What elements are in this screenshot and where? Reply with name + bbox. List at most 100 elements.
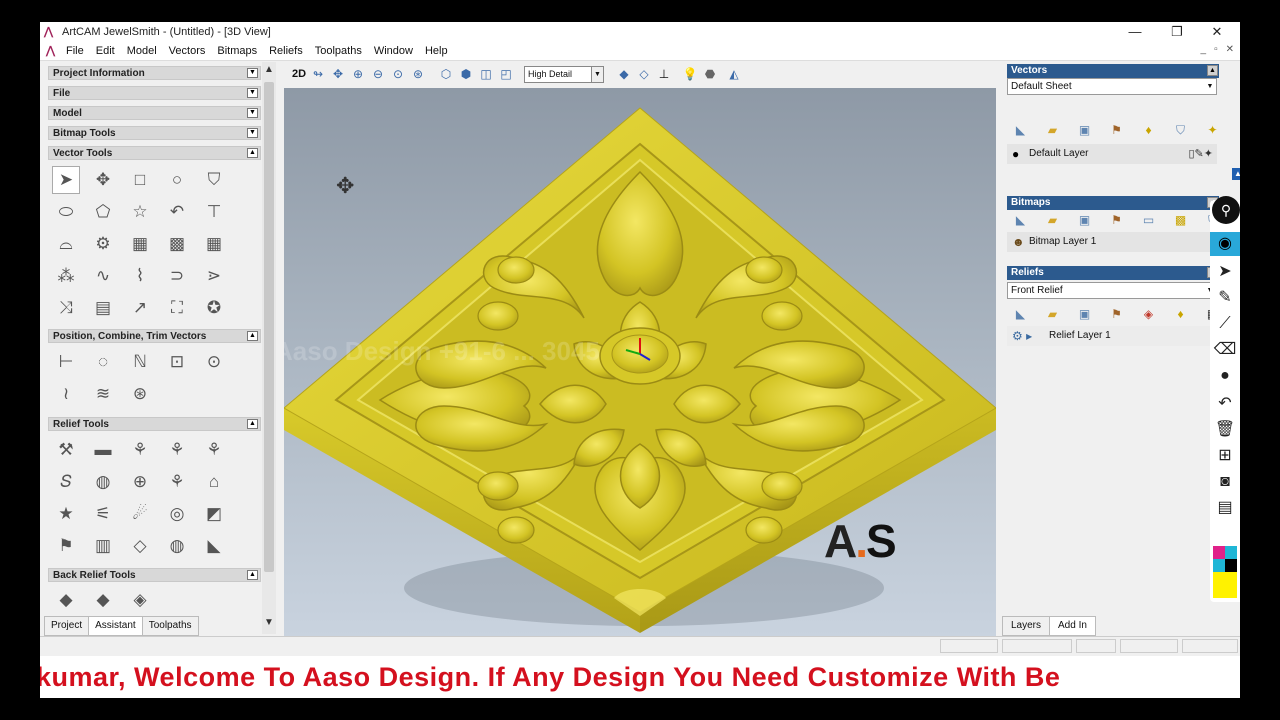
collapse-icon[interactable]: ▼ bbox=[247, 68, 258, 78]
expand-icon[interactable]: ▲ bbox=[247, 331, 258, 341]
zoom-box-icon[interactable]: ⊙ bbox=[390, 66, 406, 82]
vector-tool-button-17[interactable]: ⌇ bbox=[126, 262, 154, 290]
relief-select[interactable]: Front Relief ▼ bbox=[1007, 282, 1217, 299]
zoom-in-icon[interactable]: ⊕ bbox=[350, 66, 366, 82]
rotate-view-icon[interactable]: ↬ bbox=[310, 66, 326, 82]
position-tool-button-0[interactable]: ⊢ bbox=[52, 348, 80, 376]
2d-view-button[interactable]: 2D bbox=[290, 66, 308, 82]
scroll-thumb[interactable] bbox=[264, 82, 274, 572]
position-tool-button-5[interactable]: ≀ bbox=[52, 380, 80, 408]
new-layer-icon[interactable]: ◣ bbox=[1010, 122, 1031, 138]
bitmap-layer-row[interactable]: ☻ Bitmap Layer 1 bbox=[1007, 232, 1217, 252]
relief-tool-button-8[interactable]: ⚘ bbox=[163, 468, 191, 496]
vector-tool-button-9[interactable]: ⊤ bbox=[200, 198, 228, 226]
relief-tool-button-9[interactable]: ⌂ bbox=[200, 468, 228, 496]
top-view-icon[interactable]: ◰ bbox=[498, 66, 514, 82]
vectors-header[interactable]: Vectors ▲ bbox=[1007, 64, 1219, 78]
layer-lock-icon[interactable]: ▯✎✦ bbox=[1189, 147, 1214, 160]
chevron-down-icon[interactable]: ▼ bbox=[1205, 80, 1215, 93]
scroll-up-icon[interactable]: ▲ bbox=[264, 64, 274, 75]
chevron-down-icon[interactable]: ▼ bbox=[591, 67, 603, 82]
vector-tool-button-3[interactable]: ○ bbox=[163, 166, 191, 194]
tab-add-in[interactable]: Add In bbox=[1049, 616, 1096, 636]
position-tool-button-2[interactable]: ℕ bbox=[126, 348, 154, 376]
visibility-icon[interactable]: ✦ bbox=[1202, 122, 1223, 138]
close-button[interactable]: ✕ bbox=[1202, 23, 1232, 41]
open-folder-icon[interactable]: ▰ bbox=[1042, 212, 1063, 228]
render-icon[interactable]: ◭ bbox=[726, 66, 742, 82]
relief-tool-button-18[interactable]: ◍ bbox=[163, 532, 191, 560]
new-relief-icon[interactable]: ◣ bbox=[1010, 306, 1031, 322]
cursor-icon[interactable]: ➤ bbox=[1210, 260, 1240, 284]
section-relief-tools[interactable]: Relief Tools ▲ bbox=[48, 417, 261, 431]
relief-tool-button-14[interactable]: ◩ bbox=[200, 500, 228, 528]
vector-tool-button-19[interactable]: ⋗ bbox=[200, 262, 228, 290]
vector-tool-button-20[interactable]: ⤨ bbox=[52, 294, 80, 322]
collapse-icon[interactable]: ▲ bbox=[1207, 65, 1218, 76]
projector-icon[interactable]: ⊞ bbox=[1210, 444, 1240, 468]
relief-layer-row[interactable]: ⚙ ▸ Relief Layer 1 bbox=[1007, 326, 1217, 346]
save-icon[interactable]: ▣ bbox=[1074, 212, 1095, 228]
left-panel-scrollbar[interactable]: ▲ ▼ bbox=[262, 62, 276, 634]
bulb-icon[interactable]: ♦ bbox=[1170, 306, 1191, 322]
expand-icon[interactable]: ▲ bbox=[247, 570, 258, 580]
menu-edit[interactable]: Edit bbox=[96, 45, 115, 57]
move-up-icon[interactable]: ▲ bbox=[1232, 168, 1240, 180]
iso-view-icon[interactable]: ⬡ bbox=[438, 66, 454, 82]
relief-tool-button-15[interactable]: ⚑ bbox=[52, 532, 80, 560]
vector-tool-button-14[interactable]: ▦ bbox=[200, 230, 228, 258]
maximize-button[interactable]: ❐ bbox=[1162, 23, 1192, 41]
dot-icon[interactable]: ● bbox=[1210, 364, 1240, 388]
save-icon[interactable]: ▣ bbox=[1074, 306, 1095, 322]
undo-icon[interactable]: ↶ bbox=[1210, 392, 1240, 416]
backrelief-tool-button-1[interactable]: ◆ bbox=[89, 586, 117, 614]
merge-icon[interactable]: ▩ bbox=[1170, 212, 1191, 228]
bitmaps-header[interactable]: Bitmaps ▲ bbox=[1007, 196, 1219, 210]
menu-bitmaps[interactable]: Bitmaps bbox=[217, 45, 257, 57]
front-view-icon[interactable]: ⬢ bbox=[458, 66, 474, 82]
relief-tool-button-11[interactable]: ⚟ bbox=[89, 500, 117, 528]
menu-reliefs[interactable]: Reliefs bbox=[269, 45, 303, 57]
vector-tool-button-2[interactable]: □ bbox=[126, 166, 154, 194]
tab-project[interactable]: Project bbox=[44, 616, 90, 636]
expand-icon[interactable]: ▲ bbox=[247, 148, 258, 158]
highlighter-icon[interactable]: ✎ bbox=[1210, 286, 1240, 310]
vector-tool-button-10[interactable]: ⌓ bbox=[52, 230, 80, 258]
vector-tool-button-4[interactable]: ⛉ bbox=[200, 166, 228, 194]
wireframe-icon[interactable]: ◇ bbox=[636, 66, 652, 82]
relief-tool-button-6[interactable]: ◍ bbox=[89, 468, 117, 496]
detail-level-select[interactable]: High Detail ▼ bbox=[524, 66, 604, 83]
vector-tool-button-13[interactable]: ▩ bbox=[163, 230, 191, 258]
save-icon[interactable]: ▣ bbox=[1074, 122, 1095, 138]
menu-vectors[interactable]: Vectors bbox=[169, 45, 206, 57]
doc-minimize-button[interactable]: _ bbox=[1201, 44, 1207, 55]
3d-view-canvas[interactable]: Aaso Design +91-6 ... 3045 ✥ A.S bbox=[284, 88, 996, 636]
tab-assistant[interactable]: Assistant bbox=[88, 616, 143, 636]
combine-icon[interactable]: ◈ bbox=[1138, 306, 1159, 322]
vector-tool-button-18[interactable]: ⊃ bbox=[163, 262, 191, 290]
menu-help[interactable]: Help bbox=[425, 45, 448, 57]
vector-tool-button-1[interactable]: ✥ bbox=[89, 166, 117, 194]
brush-icon[interactable]: ⚑ bbox=[1106, 122, 1127, 138]
relief-tool-button-17[interactable]: ◇ bbox=[126, 532, 154, 560]
relief-tool-button-7[interactable]: ⊕ bbox=[126, 468, 154, 496]
menu-file[interactable]: File bbox=[66, 45, 84, 57]
expand-icon[interactable]: ▲ bbox=[247, 419, 258, 429]
clipboard-icon[interactable]: ▤ bbox=[1210, 496, 1240, 520]
collapse-icon[interactable]: ▼ bbox=[247, 88, 258, 98]
vector-tool-button-24[interactable]: ✪ bbox=[200, 294, 228, 322]
brush-icon[interactable]: ⚑ bbox=[1106, 306, 1127, 322]
material-icon[interactable]: ⬣ bbox=[702, 66, 718, 82]
relief-tool-button-2[interactable]: ⚘ bbox=[126, 436, 154, 464]
vector-tool-button-22[interactable]: ↗ bbox=[126, 294, 154, 322]
scroll-down-icon[interactable]: ▼ bbox=[264, 617, 274, 628]
backrelief-tool-button-2[interactable]: ◈ bbox=[126, 586, 154, 614]
section-position-combine-trim[interactable]: Position, Combine, Trim Vectors ▲ bbox=[48, 329, 261, 343]
vector-tool-button-5[interactable]: ⬭ bbox=[52, 198, 80, 226]
position-tool-button-6[interactable]: ≋ bbox=[89, 380, 117, 408]
zoom-all-icon[interactable]: ⊛ bbox=[410, 66, 426, 82]
section-back-relief-tools[interactable]: Back Relief Tools ▲ bbox=[48, 568, 261, 582]
minimize-button[interactable]: — bbox=[1120, 23, 1150, 41]
vector-tool-button-11[interactable]: ⚙ bbox=[89, 230, 117, 258]
reliefs-header[interactable]: Reliefs ▲ bbox=[1007, 266, 1219, 280]
